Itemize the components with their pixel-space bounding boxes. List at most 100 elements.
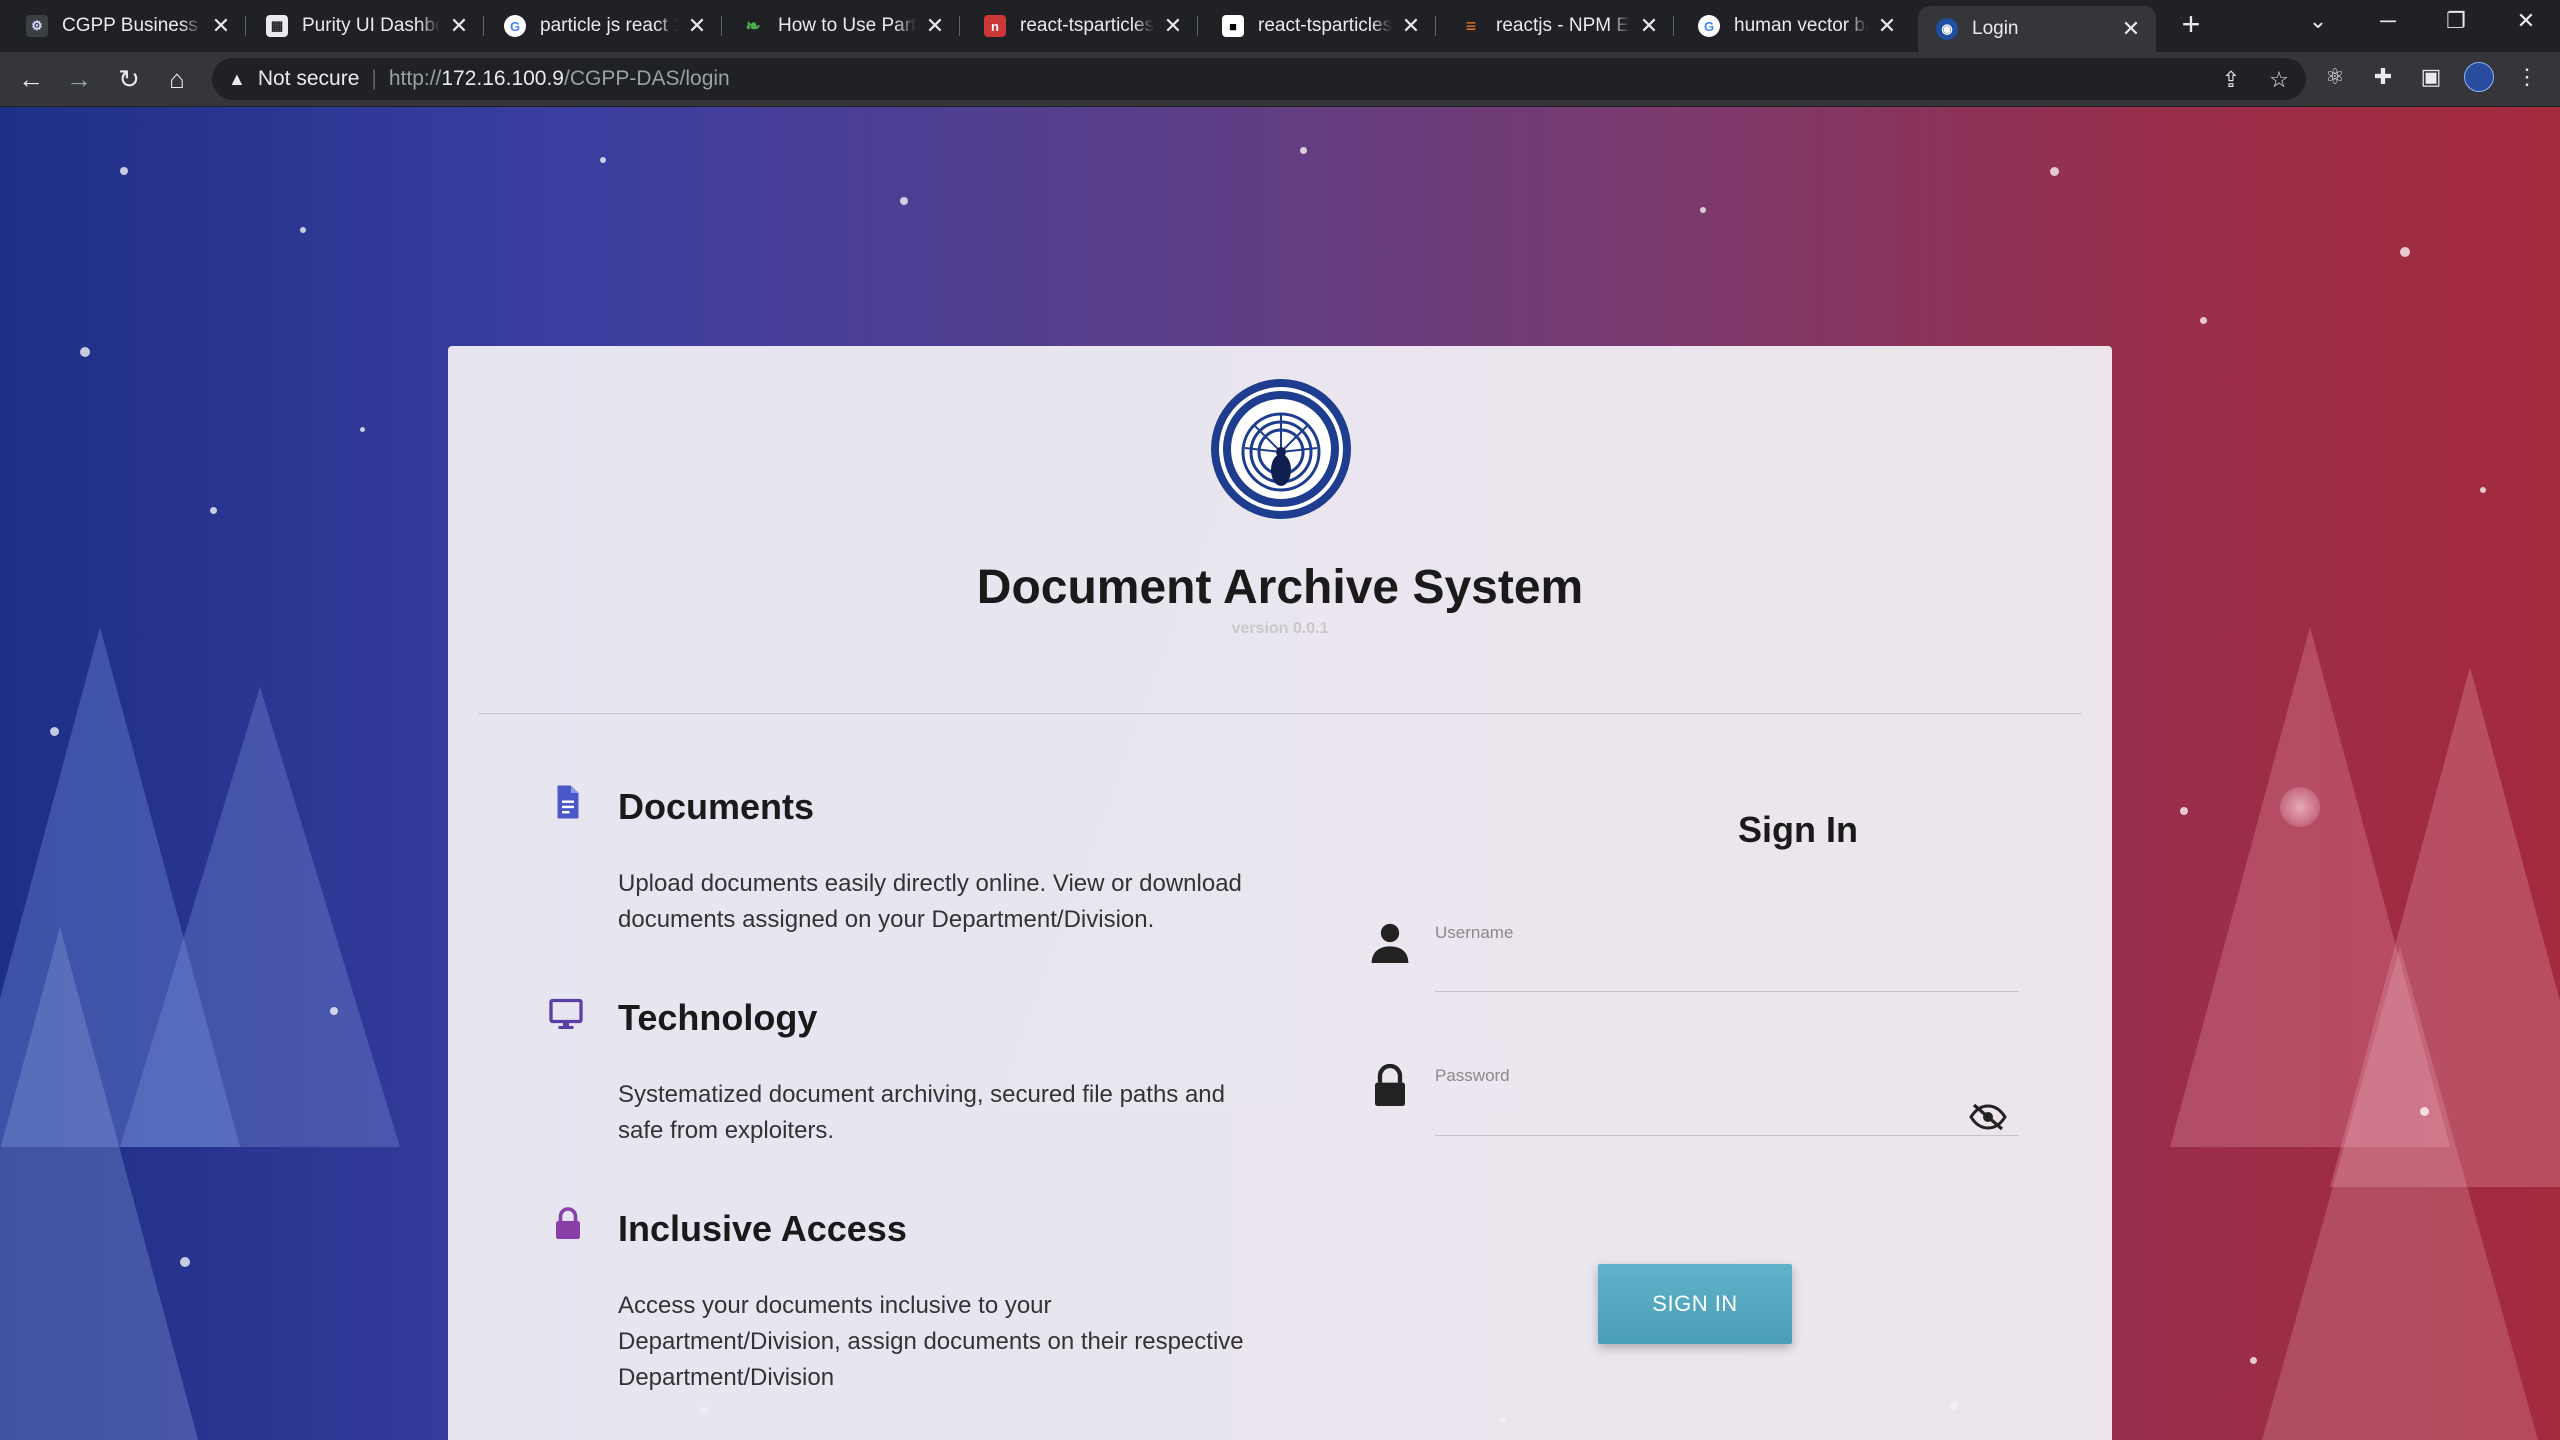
snowflake bbox=[2050, 167, 2059, 176]
document-icon: ▦ bbox=[266, 15, 288, 37]
password-input[interactable] bbox=[1435, 1091, 2019, 1136]
user-icon bbox=[1371, 923, 1409, 963]
snowflake bbox=[50, 727, 59, 736]
side-panel-icon[interactable]: ▣ bbox=[2416, 62, 2446, 92]
bokeh-light bbox=[2280, 787, 2320, 827]
close-tab-icon[interactable]: ✕ bbox=[924, 13, 946, 39]
seal-icon: ◉ bbox=[1936, 18, 1958, 40]
app-version: version 0.0.1 bbox=[1231, 620, 1329, 637]
snowflake bbox=[2480, 487, 2486, 493]
app-title: Document Archive System bbox=[976, 561, 1584, 614]
feature-title-documents: Documents bbox=[618, 786, 815, 827]
browser-tab[interactable]: ⚙ CGPP Business ✕ bbox=[0, 6, 246, 46]
minimize-button[interactable]: ─ bbox=[2368, 8, 2408, 34]
close-window-button[interactable]: ✕ bbox=[2506, 8, 2546, 34]
warning-icon: ▲ bbox=[228, 68, 246, 89]
feature-title-inclusive-access: Inclusive Access bbox=[618, 1208, 907, 1249]
snowflake bbox=[600, 157, 606, 163]
close-tab-icon[interactable]: ✕ bbox=[1162, 13, 1184, 39]
browser-tab[interactable]: ≡ reactjs - NPM ERR ✕ bbox=[1436, 6, 1674, 46]
browser-tab[interactable]: G particle js react 1 ✕ bbox=[484, 6, 722, 46]
reload-icon[interactable]: ↻ bbox=[112, 62, 146, 96]
sign-in-button[interactable]: SIGN IN bbox=[1598, 1264, 1792, 1344]
divider: | bbox=[371, 67, 377, 90]
url-text: http://172.16.100.9/CGPP-DAS/login bbox=[388, 67, 730, 90]
tab-title: react-tsparticles - bbox=[1020, 15, 1154, 36]
tab-title: react-tsparticles e bbox=[1258, 15, 1392, 36]
page-background: Document Archive System version 0.0.1 Do… bbox=[0, 107, 2560, 1440]
snowflake bbox=[360, 427, 365, 432]
google-icon: G bbox=[1698, 15, 1720, 37]
snowflake bbox=[330, 1007, 338, 1015]
bookmark-star-icon[interactable]: ☆ bbox=[2266, 67, 2292, 93]
snowflake bbox=[2200, 317, 2207, 324]
tree-shape bbox=[2260, 947, 2540, 1440]
tab-search-icon[interactable]: ⌄ bbox=[2298, 8, 2338, 34]
gear-logo-icon: ⚙ bbox=[26, 15, 48, 37]
snowflake bbox=[2420, 1107, 2429, 1116]
login-card: Document Archive System version 0.0.1 Do… bbox=[448, 346, 2112, 1440]
close-tab-icon[interactable]: ✕ bbox=[210, 13, 232, 39]
browser-tab[interactable]: ❧ How to Use Partic ✕ bbox=[722, 6, 960, 46]
city-seal-logo bbox=[1211, 379, 1351, 519]
browser-tab[interactable]: ▦ Purity UI Dashboa ✕ bbox=[246, 6, 484, 46]
browser-tab-active[interactable]: ◉ Login ✕ bbox=[1918, 6, 2156, 52]
tab-title: CGPP Business bbox=[62, 15, 198, 36]
signin-title: Sign In bbox=[1738, 809, 1858, 850]
security-label: Not secure bbox=[257, 67, 360, 90]
browser-toolbar: ← → ↻ ⌂ ▲ Not secure | http://172.16.100… bbox=[0, 52, 2560, 107]
snowflake bbox=[180, 1257, 190, 1267]
new-tab-button[interactable]: + bbox=[2176, 8, 2206, 40]
header-divider bbox=[478, 713, 2082, 714]
stackoverflow-icon: ≡ bbox=[1465, 15, 1477, 36]
react-devtools-icon[interactable]: ⚛ bbox=[2320, 62, 2350, 92]
tab-title: How to Use Partic bbox=[778, 15, 916, 36]
snowflake bbox=[300, 227, 306, 233]
extensions-puzzle-icon[interactable]: ✚ bbox=[2368, 62, 2398, 92]
close-tab-icon[interactable]: ✕ bbox=[2120, 16, 2142, 42]
codesandbox-icon: ■ bbox=[1222, 15, 1244, 37]
close-tab-icon[interactable]: ✕ bbox=[1876, 13, 1898, 39]
snowflake bbox=[120, 167, 128, 175]
snowflake bbox=[2250, 1357, 2257, 1364]
leaf-icon: ❧ bbox=[745, 15, 761, 36]
tab-title: human vector bac bbox=[1734, 15, 1868, 36]
password-label: Password bbox=[1435, 1066, 1510, 1085]
snowflake bbox=[1300, 147, 1307, 154]
snowflake bbox=[210, 507, 217, 514]
hide-password-eye-icon[interactable] bbox=[1968, 1102, 2008, 1132]
monitor-icon bbox=[549, 998, 583, 1029]
browser-tab[interactable]: n react-tsparticles - ✕ bbox=[960, 6, 1198, 46]
snowflake bbox=[2400, 247, 2410, 257]
back-arrow-icon[interactable]: ← bbox=[14, 62, 48, 96]
address-bar[interactable]: ▲ Not secure | http://172.16.100.9/CGPP-… bbox=[212, 58, 2306, 100]
tab-title: reactjs - NPM ERR bbox=[1496, 15, 1630, 36]
tab-title: particle js react 1 bbox=[540, 15, 678, 36]
tree-shape bbox=[0, 927, 200, 1440]
home-icon[interactable]: ⌂ bbox=[160, 62, 194, 96]
close-tab-icon[interactable]: ✕ bbox=[686, 13, 708, 39]
username-input[interactable] bbox=[1435, 947, 2019, 992]
browser-menu-icon[interactable]: ⋮ bbox=[2512, 62, 2542, 92]
profile-avatar[interactable] bbox=[2464, 62, 2494, 92]
close-tab-icon[interactable]: ✕ bbox=[1400, 13, 1422, 39]
restore-button[interactable]: ❐ bbox=[2436, 8, 2476, 34]
document-icon bbox=[557, 785, 579, 819]
snowflake bbox=[1700, 207, 1706, 213]
forward-arrow-icon[interactable]: → bbox=[62, 62, 96, 96]
google-icon: G bbox=[504, 15, 526, 37]
close-tab-icon[interactable]: ✕ bbox=[448, 13, 470, 39]
browser-tab[interactable]: G human vector bac ✕ bbox=[1674, 6, 1912, 46]
browser-tab[interactable]: ■ react-tsparticles e ✕ bbox=[1198, 6, 1436, 46]
snowflake bbox=[2180, 807, 2188, 815]
lock-icon bbox=[1375, 1064, 1405, 1106]
lock-icon bbox=[556, 1207, 580, 1239]
feature-title-technology: Technology bbox=[618, 997, 818, 1038]
feature-text-technology: Systematized document archiving, secured… bbox=[618, 1081, 1225, 1144]
close-tab-icon[interactable]: ✕ bbox=[1638, 13, 1660, 39]
username-label: Username bbox=[1435, 923, 1514, 942]
feature-text-inclusive-access: Access your documents inclusive to your … bbox=[618, 1292, 1244, 1391]
tab-title: Purity UI Dashboa bbox=[302, 15, 440, 36]
share-icon[interactable]: ⇪ bbox=[2218, 67, 2244, 93]
snowflake bbox=[900, 197, 908, 205]
